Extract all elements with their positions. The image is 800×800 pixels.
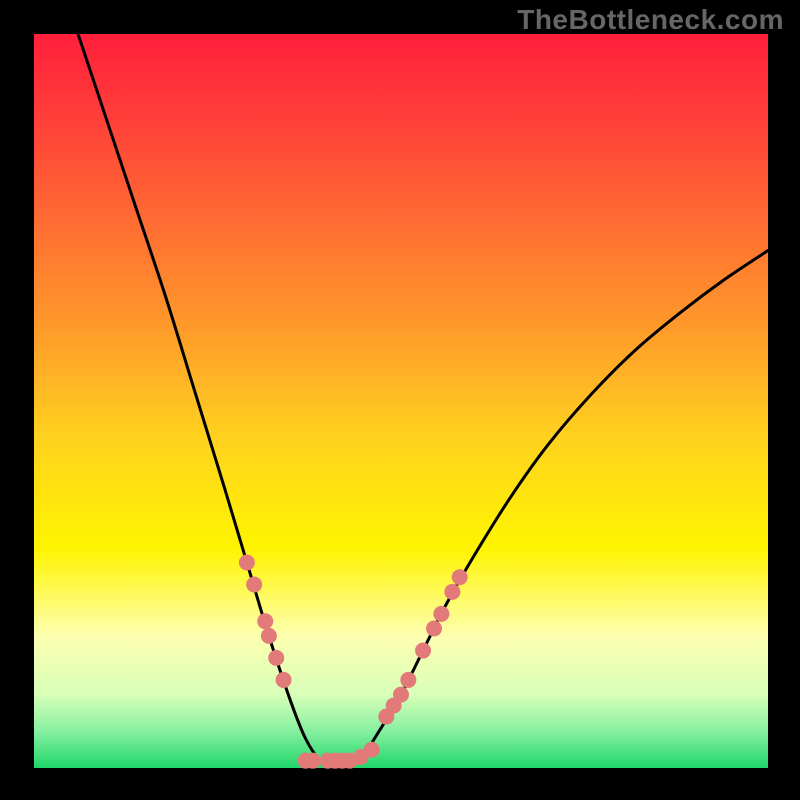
data-marker <box>257 613 273 629</box>
data-marker <box>276 672 292 688</box>
bottleneck-chart: TheBottleneck.com <box>0 0 800 800</box>
data-marker <box>261 628 277 644</box>
chart-svg <box>0 0 800 800</box>
data-marker <box>305 753 321 769</box>
data-marker <box>444 584 460 600</box>
data-marker <box>400 672 416 688</box>
data-marker <box>426 621 442 637</box>
data-marker <box>246 577 262 593</box>
data-marker <box>268 650 284 666</box>
data-marker <box>239 554 255 570</box>
data-marker <box>393 687 409 703</box>
plot-background <box>34 34 768 768</box>
watermark-text: TheBottleneck.com <box>517 4 784 36</box>
data-marker <box>415 643 431 659</box>
data-marker <box>364 742 380 758</box>
data-marker <box>433 606 449 622</box>
data-marker <box>452 569 468 585</box>
